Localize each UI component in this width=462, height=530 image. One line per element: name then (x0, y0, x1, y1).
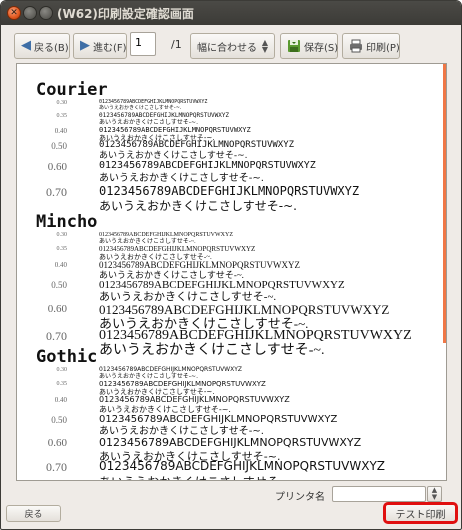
arrow-right-icon: ▶ (80, 38, 90, 53)
updown-arrows-icon: ▲ ▼ (261, 38, 268, 54)
row-scale: 0.35 (56, 113, 68, 119)
close-icon: ✕ (10, 8, 18, 18)
maximize-icon (40, 7, 52, 19)
row-scale: 0.60 (47, 303, 67, 315)
bottom-back-button[interactable]: 戻る (6, 505, 61, 522)
print-preview: Courier 0.30 0123456789ABCDEFGHIJKLMNOPQ… (16, 63, 447, 481)
print-button-label: 印刷(P) (366, 42, 400, 54)
title-bar: ✕ (W62)印刷設定確認画面 (1, 1, 461, 25)
minimize-icon (24, 7, 36, 19)
ascii-sample: 0123456789ABCDEFGHIJKLMNOPQRSTUVWXYZ (99, 436, 362, 449)
print-settings-window: ✕ (W62)印刷設定確認画面 ◀ 戻る(B) ▶ 進む(F) 1 /1 幅に合… (0, 0, 462, 530)
kana-sample: あいうえおかきくけこさしすせそ-~. (99, 199, 297, 213)
zoom-select-value: 幅に合わせる (197, 42, 257, 54)
save-button-label: 保存(S) (304, 42, 339, 54)
row-scale: 0.30 (56, 232, 68, 238)
row-scale: 0.40 (54, 396, 67, 404)
row-scale: 0.35 (56, 381, 68, 387)
back-button[interactable]: ◀ 戻る(B) (14, 33, 70, 59)
arrow-left-icon: ◀ (21, 38, 31, 53)
row-scale: 0.70 (46, 460, 67, 474)
printer-select-arrows[interactable]: ▲ ▼ (427, 486, 442, 502)
minimize-window-button[interactable] (23, 6, 37, 20)
row-scale: 0.30 (56, 100, 68, 106)
printer-name-input[interactable] (332, 486, 426, 502)
back-button-label: 戻る(B) (34, 42, 69, 54)
row-scale: 0.70 (46, 329, 67, 343)
ascii-sample: 0123456789ABCDEFGHIJKLMNOPQRSTUVWXYZ (99, 140, 295, 150)
section-title-gothic: Gothic (36, 347, 98, 367)
forward-button[interactable]: ▶ 進む(F) (73, 33, 127, 59)
row-scale: 0.50 (51, 280, 67, 290)
row-scale: 0.40 (54, 261, 67, 269)
row-scale: 0.60 (47, 437, 67, 449)
ascii-sample: 0123456789ABCDEFGHIJKLMNOPQRSTUVWXYZ (99, 459, 386, 473)
print-button[interactable]: 印刷(P) (342, 33, 400, 59)
test-print-button[interactable]: テスト印刷 (383, 502, 458, 524)
ascii-sample: 0123456789ABCDEFGHIJKLMNOPQRSTUVWXYZ (99, 328, 412, 343)
preview-scrollbar[interactable] (443, 64, 446, 343)
printer-name-label: プリンタ名 (275, 492, 325, 503)
kana-sample: あいうえおかきくけこさしすせそ-~. (99, 173, 264, 184)
save-icon (287, 39, 301, 53)
kana-sample: あいうえおかきくけこさしすせそ-~. (99, 343, 325, 358)
section-title-mincho: Mincho (36, 212, 98, 232)
row-scale: 0.50 (51, 415, 67, 425)
window-title: (W62)印刷設定確認画面 (57, 7, 194, 21)
row-scale: 0.60 (47, 161, 67, 173)
row-scale: 0.70 (46, 185, 67, 199)
bottom-back-label: 戻る (24, 510, 43, 520)
ascii-sample: 0123456789ABCDEFGHIJKLMNOPQRSTUVWXYZ (99, 395, 290, 404)
kana-sample: あいうえおかきくけこさしすせそ-~. (99, 476, 297, 480)
row-scale: 0.35 (56, 246, 68, 252)
page-number-input[interactable]: 1 (130, 32, 156, 56)
maximize-window-button[interactable] (39, 6, 53, 20)
ascii-sample: 0123456789ABCDEFGHIJKLMNOPQRSTUVWXYZ (99, 302, 390, 317)
close-window-button[interactable]: ✕ (7, 6, 21, 20)
kana-sample: あいうえおかきくけこさしすせそ-~. (99, 105, 182, 111)
row-scale: 0.30 (56, 367, 68, 373)
row-scale: 0.40 (54, 127, 67, 135)
printer-icon (349, 39, 363, 53)
zoom-select[interactable]: 幅に合わせる ▲ ▼ (190, 33, 275, 59)
test-print-label: テスト印刷 (395, 509, 446, 521)
forward-button-label: 進む(F) (93, 42, 127, 54)
ascii-sample: 0123456789ABCDEFGHIJKLMNOPQRSTUVWXYZ (99, 232, 234, 238)
ascii-sample: 0123456789ABCDEFGHIJKLMNOPQRSTUVWXYZ (99, 160, 316, 171)
ascii-sample: 0123456789ABCDEFGHIJKLMNOPQRSTUVWXYZ (99, 414, 338, 425)
ascii-sample: 0123456789ABCDEFGHIJKLMNOPQRSTUVWXYZ (99, 279, 345, 291)
row-scale: 0.50 (51, 141, 67, 151)
save-button[interactable]: 保存(S) (280, 33, 338, 59)
section-title-courier: Courier (36, 80, 108, 100)
ascii-sample: 0123456789ABCDEFGHIJKLMNOPQRSTUVWXYZ (99, 184, 360, 198)
page-total: /1 (171, 38, 182, 51)
